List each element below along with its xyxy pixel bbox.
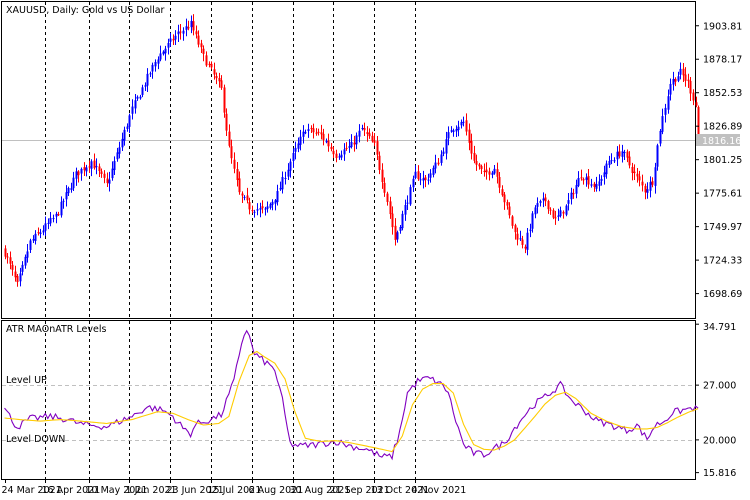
level-up-label: Level UP bbox=[6, 375, 47, 386]
price-tick-label: 1724.33 bbox=[703, 256, 742, 267]
price-tick-label: 1852.53 bbox=[703, 88, 742, 99]
price-tick-label: 1749.97 bbox=[703, 222, 742, 233]
chart-title: XAUUSD, Daily: Gold vs US Dollar bbox=[6, 5, 165, 16]
indicator-panel-frame bbox=[1, 320, 696, 480]
indicator-tick-label: 20.000 bbox=[703, 435, 736, 446]
price-tick-label: 1698.69 bbox=[703, 289, 742, 300]
price-axis: 1903.81 1878.17 1852.53 1826.89 1801.25 1775.… bbox=[695, 21, 742, 300]
indicator-axis: 34.791 27.000 20.000 15.816 bbox=[695, 322, 736, 479]
level-down-label: Level DOWN bbox=[6, 434, 65, 445]
indicator-tick-label: 27.000 bbox=[703, 381, 736, 392]
chart-canvas: 1903.81 1878.17 1852.53 1826.89 1801.25 1775.… bbox=[1, 1, 742, 496]
price-tick-label: 1903.81 bbox=[703, 21, 742, 32]
price-panel-frame bbox=[1, 1, 696, 319]
indicator-tick-label: 34.791 bbox=[703, 322, 736, 333]
current-price-value: 1816.16 bbox=[702, 136, 741, 147]
price-tick-label: 1775.61 bbox=[703, 189, 742, 200]
time-tick-label: 4 Nov 2021 bbox=[412, 485, 467, 496]
price-tick-label: 1801.25 bbox=[703, 155, 742, 166]
time-axis: 24 Mar 202116 Apr 202110 May 20211 Jun 2… bbox=[2, 479, 467, 496]
indicator-tick-label: 15.816 bbox=[703, 468, 736, 479]
indicator-title: ATR MAOnATR Levels bbox=[6, 324, 106, 335]
price-tick-label: 1826.89 bbox=[703, 122, 742, 133]
price-tick-label: 1878.17 bbox=[703, 55, 742, 66]
